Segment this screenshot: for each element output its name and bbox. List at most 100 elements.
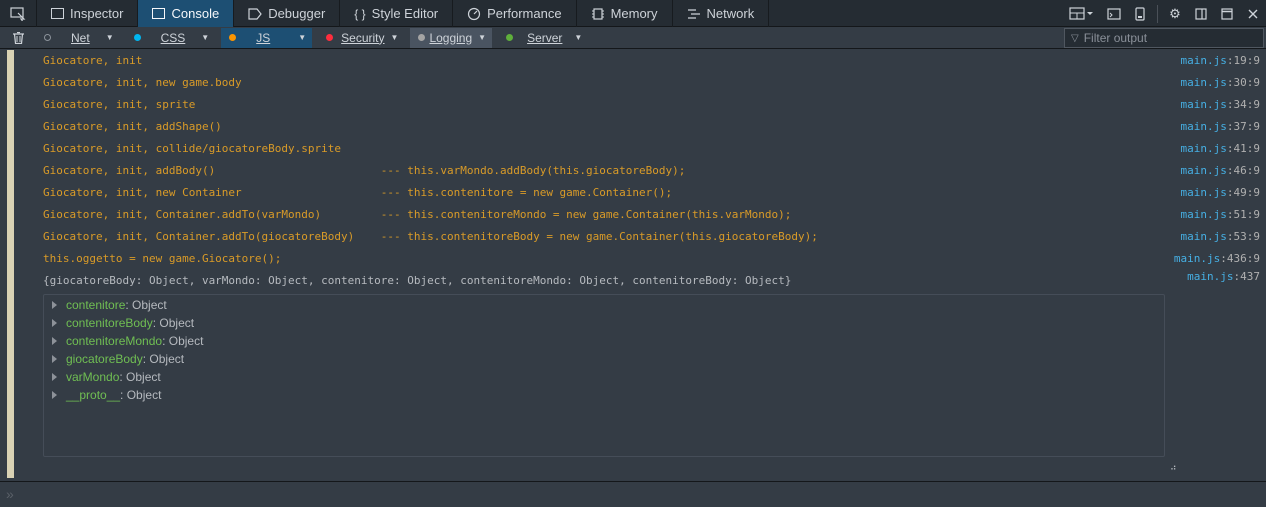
source-location: :53:9: [1226, 230, 1260, 243]
element-picker-button[interactable]: [0, 0, 37, 27]
expand-arrow-icon[interactable]: [52, 390, 57, 399]
toolbar-separator: [1157, 4, 1158, 23]
property-row[interactable]: contenitoreMondo: Object: [52, 332, 203, 350]
tab-inspector[interactable]: Inspector: [37, 0, 139, 27]
property-key: __proto__: [66, 388, 121, 402]
prompt-chevron-icon: »: [6, 486, 14, 502]
tab-label: Memory: [610, 6, 658, 21]
property-row[interactable]: giocatoreBody: Object: [52, 350, 184, 368]
braces-icon: { }: [354, 6, 366, 21]
window-icon: [1221, 7, 1233, 20]
filter-label: Logging: [429, 30, 473, 45]
source-link[interactable]: main.js:34:9: [1181, 96, 1260, 114]
scratchpad-button[interactable]: [1101, 0, 1127, 27]
source-file: main.js: [1173, 252, 1221, 265]
property-key: contenitore: [66, 298, 126, 312]
source-location: :19:9: [1226, 54, 1260, 67]
frame-select-button[interactable]: [1061, 0, 1101, 27]
inspector-icon: [51, 8, 64, 19]
close-toolbox-button[interactable]: [1240, 0, 1266, 27]
console-message: Giocatore, init, Container.addTo(varMond…: [43, 208, 792, 221]
undock-button[interactable]: [1214, 0, 1240, 27]
filter-logging-button[interactable]: Logging ▼: [410, 27, 493, 48]
tab-memory[interactable]: Memory: [577, 0, 673, 27]
caret-down-icon: ▼: [574, 33, 583, 42]
filter-label: Server: [527, 30, 563, 45]
filter-output-input[interactable]: [1083, 31, 1254, 45]
console-message: Giocatore, init, sprite: [43, 98, 196, 111]
source-link[interactable]: main.js:53:9: [1181, 228, 1260, 246]
resize-grip-icon[interactable]: ⠴: [1170, 462, 1177, 473]
property-value: Object: [159, 316, 195, 330]
caret-down-icon: ▼: [390, 33, 399, 42]
property-row[interactable]: varMondo: Object: [52, 368, 161, 386]
source-link[interactable]: main.js:49:9: [1181, 184, 1260, 202]
console-message: Giocatore, init, new Container --- this.…: [43, 186, 673, 199]
property-value: Object: [126, 388, 162, 402]
tab-debugger[interactable]: Debugger: [234, 0, 341, 27]
funnel-icon: ▽: [1071, 32, 1079, 44]
console-message: Giocatore, init, addShape(): [43, 120, 222, 133]
js-input[interactable]: [26, 485, 1256, 505]
property-row[interactable]: contenitore: Object: [52, 296, 167, 314]
filter-server-button[interactable]: Server ▼: [498, 28, 588, 48]
property-colon: :: [120, 388, 127, 402]
dock-side-button[interactable]: [1188, 0, 1214, 27]
property-row[interactable]: __proto__: Object: [52, 386, 161, 404]
source-link[interactable]: main.js:41:9: [1181, 140, 1260, 158]
responsive-design-button[interactable]: [1127, 0, 1153, 27]
frames-icon: [1069, 6, 1093, 20]
tab-style-editor[interactable]: { } Style Editor: [340, 0, 454, 27]
source-link[interactable]: main.js:37:9: [1181, 118, 1260, 136]
console-input-area: »: [0, 481, 1266, 507]
tab-network[interactable]: Network: [673, 0, 770, 27]
property-row[interactable]: contenitoreBody: Object: [52, 314, 194, 332]
server-dot-icon: [506, 34, 514, 41]
property-colon: :: [162, 334, 169, 348]
source-location: :49:9: [1226, 186, 1260, 199]
tab-console[interactable]: Console: [138, 0, 235, 27]
console-message: Giocatore, init, Container.addTo(giocato…: [43, 230, 818, 243]
console-message: this.oggetto = new game.Giocatore();: [43, 252, 282, 265]
filter-security-button[interactable]: Security ▼: [318, 28, 404, 48]
source-link[interactable]: main.js:30:9: [1181, 74, 1260, 92]
expand-arrow-icon[interactable]: [52, 300, 57, 309]
expand-arrow-icon[interactable]: [52, 354, 57, 363]
source-link[interactable]: main.js:436:9: [1174, 250, 1260, 268]
source-file: main.js: [1180, 208, 1227, 221]
property-key: contenitoreBody: [66, 316, 153, 330]
property-value: Object: [149, 352, 185, 366]
source-link[interactable]: main.js:19:9: [1181, 52, 1260, 70]
console-filter-toolbar: Net ▼ CSS ▼ JS ▼ Security ▼ Logging ▼ Se…: [0, 27, 1266, 49]
tab-performance[interactable]: Performance: [453, 0, 577, 27]
output-margin-bar: [7, 50, 14, 478]
caret-down-icon: ▼: [105, 33, 114, 42]
filter-net-button[interactable]: Net ▼: [36, 28, 120, 48]
tab-label: Debugger: [268, 6, 326, 21]
caret-down-icon: ▼: [201, 33, 210, 42]
filter-css-button[interactable]: CSS ▼: [126, 28, 216, 48]
source-location: :30:9: [1226, 76, 1260, 89]
expand-arrow-icon[interactable]: [52, 336, 57, 345]
net-dot-icon: [44, 34, 51, 41]
console-object-message[interactable]: {giocatoreBody: Object, varMondo: Object…: [43, 272, 791, 290]
expand-arrow-icon[interactable]: [52, 318, 57, 327]
console-message: Giocatore, init, collide/giocatoreBody.s…: [43, 142, 342, 155]
js-dot-icon: [229, 34, 237, 41]
source-location: :46:9: [1226, 164, 1260, 177]
source-link[interactable]: main.js:46:9: [1181, 162, 1260, 180]
expand-arrow-icon[interactable]: [52, 372, 57, 381]
property-value: Object: [126, 370, 161, 384]
tab-label: Inspector: [70, 6, 124, 21]
filter-js-button[interactable]: JS ▼: [221, 27, 313, 48]
source-link[interactable]: main.js:51:9: [1181, 206, 1260, 224]
source-file: main.js: [1180, 98, 1227, 111]
scratchpad-icon: [1107, 7, 1121, 20]
property-value: Object: [132, 298, 167, 312]
tab-label: Network: [706, 6, 755, 21]
source-link[interactable]: main.js:437: [1187, 268, 1260, 286]
filter-output-field[interactable]: ▽: [1064, 28, 1264, 48]
source-location: :51:9: [1226, 208, 1260, 221]
settings-button[interactable]: ⚙: [1162, 0, 1188, 27]
clear-console-button[interactable]: [0, 27, 36, 49]
